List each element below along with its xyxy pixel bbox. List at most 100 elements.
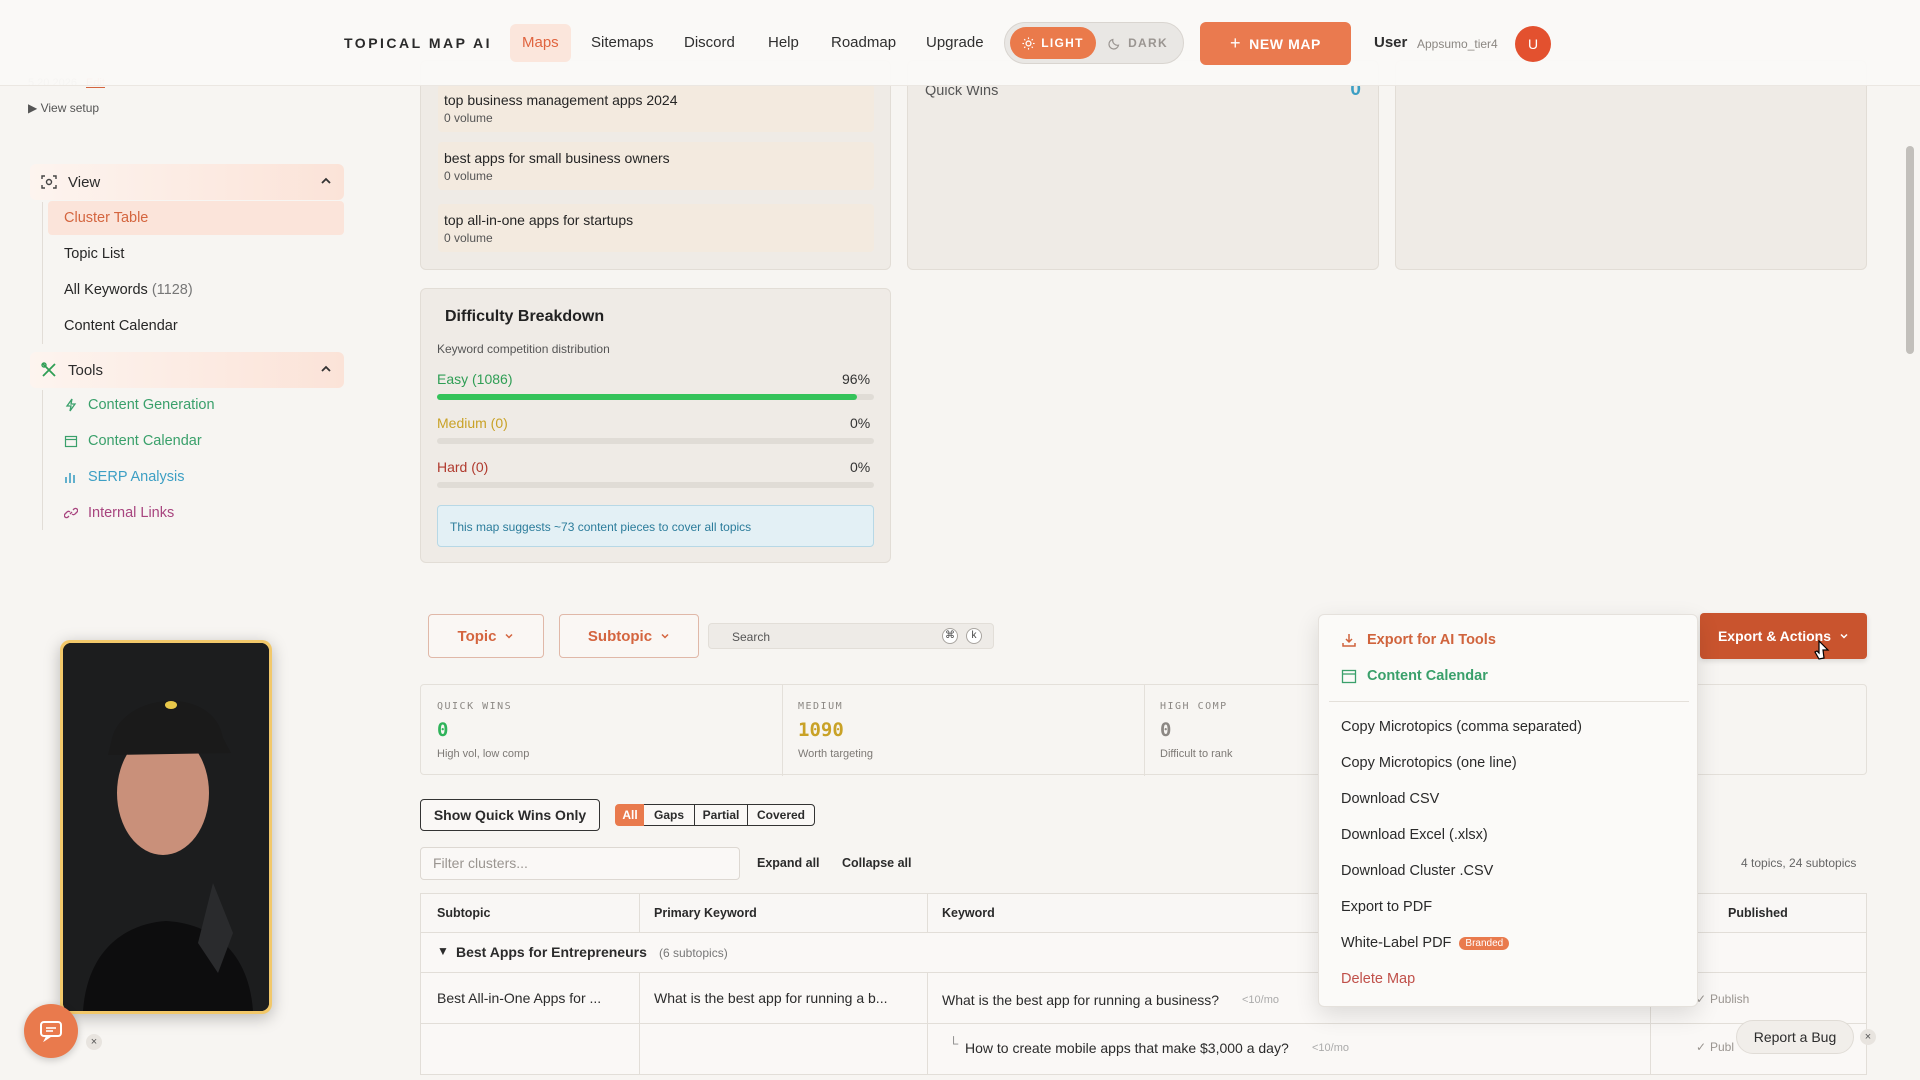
topic-filter-label: Topic xyxy=(457,627,497,645)
publish-check-icon: ✓ xyxy=(1696,1040,1707,1054)
menu-content-calendar[interactable]: Content Calendar xyxy=(1341,668,1488,684)
close-chat-icon[interactable]: × xyxy=(86,1034,102,1050)
close-report-icon[interactable]: × xyxy=(1860,1029,1876,1045)
column-divider xyxy=(927,894,928,932)
nav-sitemaps[interactable]: Sitemaps xyxy=(579,24,666,62)
collapse-triangle-icon[interactable]: ▼ xyxy=(437,944,449,958)
tool-content-calendar-label: Content Calendar xyxy=(88,433,202,449)
menu-copy-microtopics-line[interactable]: Copy Microtopics (one line) xyxy=(1341,755,1517,771)
topic-filter-dropdown[interactable]: Topic xyxy=(428,614,544,658)
column-divider xyxy=(1650,1024,1651,1074)
row-keyword: What is the best app for running a busin… xyxy=(942,992,1220,1008)
subtopic-filter-dropdown[interactable]: Subtopic xyxy=(559,614,699,658)
branded-badge: Branded xyxy=(1459,936,1510,950)
serp-analysis-label: SERP Analysis xyxy=(88,469,185,485)
menu-download-cluster-csv[interactable]: Download Cluster .CSV xyxy=(1341,863,1493,879)
new-map-button[interactable]: + NEW MAP xyxy=(1200,22,1351,65)
view-setup-toggle[interactable]: ▶ View setup xyxy=(28,101,99,115)
view-section-header[interactable]: View xyxy=(30,164,344,200)
table-row[interactable]: └ How to create mobile apps that make $3… xyxy=(420,1024,1867,1075)
nav-roadmap[interactable]: Roadmap xyxy=(819,24,908,62)
white-label-label: White-Label PDF xyxy=(1341,935,1452,951)
keyword-card[interactable]: top business management apps 2024 0 volu… xyxy=(438,84,874,132)
keyword-card-title: best apps for small business owners xyxy=(444,150,670,166)
webcam-overlay xyxy=(60,640,272,1014)
content-suggestion-box: This map suggests ~73 content pieces to … xyxy=(437,505,874,547)
page-scrollbar[interactable] xyxy=(1906,146,1914,354)
export-actions-button[interactable]: Export & Actions xyxy=(1700,613,1867,659)
plus-icon: + xyxy=(1230,33,1242,53)
export-actions-menu: Export for AI Tools Content Calendar Cop… xyxy=(1318,614,1698,1007)
sidebar-item-content-calendar[interactable]: Content Calendar xyxy=(64,318,178,334)
row-publish-button[interactable]: Publish xyxy=(1710,992,1749,1006)
tools-icon xyxy=(41,362,56,377)
chat-launcher-button[interactable] xyxy=(24,1004,78,1058)
app-logo[interactable]: TOPICAL MAP AI xyxy=(344,35,492,51)
segment-all[interactable]: All xyxy=(615,804,645,826)
collapse-all-button[interactable]: Collapse all xyxy=(842,856,911,870)
menu-copy-microtopics-comma[interactable]: Copy Microtopics (comma separated) xyxy=(1341,719,1582,735)
search-input[interactable]: Search ⌘ k xyxy=(708,623,994,649)
medium-bar-track xyxy=(437,438,874,444)
theme-toggle[interactable]: LIGHT DARK xyxy=(1004,22,1184,64)
sidebar-item-internal-links[interactable]: Internal Links xyxy=(64,505,174,521)
filter-clusters-input[interactable]: Filter clusters... xyxy=(420,847,740,880)
keyword-card[interactable]: best apps for small business owners 0 vo… xyxy=(438,142,874,190)
show-quick-wins-button[interactable]: Show Quick Wins Only xyxy=(420,799,600,831)
sub-branch-icon: └ xyxy=(949,1036,959,1051)
segment-covered[interactable]: Covered xyxy=(747,804,815,826)
menu-export-pdf[interactable]: Export to PDF xyxy=(1341,899,1432,915)
stat-high-comp-sub: Difficult to rank xyxy=(1160,748,1233,760)
medium-percent: 0% xyxy=(850,415,871,431)
segment-gaps[interactable]: Gaps xyxy=(644,804,695,826)
sidebar-item-serp-analysis[interactable]: SERP Analysis xyxy=(64,469,184,485)
report-bug-button[interactable]: Report a Bug xyxy=(1736,1020,1854,1054)
view-tree-line xyxy=(42,202,43,344)
segment-partial[interactable]: Partial xyxy=(694,804,748,826)
nav-upgrade[interactable]: Upgrade xyxy=(914,24,996,62)
all-keywords-label: All Keywords xyxy=(64,282,148,298)
menu-download-csv[interactable]: Download CSV xyxy=(1341,791,1439,807)
col-keyword[interactable]: Keyword xyxy=(942,906,995,920)
mouse-cursor-icon xyxy=(1814,640,1830,660)
content-generation-label: Content Generation xyxy=(88,397,215,413)
nav-discord[interactable]: Discord xyxy=(672,24,747,62)
tools-section-header[interactable]: Tools xyxy=(30,352,344,388)
stat-quick-wins-value: 0 xyxy=(437,719,449,741)
sidebar-item-topic-list[interactable]: Topic List xyxy=(64,246,124,262)
expand-all-button[interactable]: Expand all xyxy=(757,856,820,870)
user-label: User xyxy=(1374,34,1408,51)
menu-divider xyxy=(1329,701,1689,702)
chevron-up-icon xyxy=(321,177,331,184)
col-subtopic[interactable]: Subtopic xyxy=(437,906,490,920)
group-title: Best Apps for Entrepreneurs xyxy=(456,944,647,960)
chevron-down-icon xyxy=(661,633,669,639)
row-volume: <10/mo xyxy=(1242,994,1279,1006)
keyword-card-title: top all-in-one apps for startups xyxy=(444,212,634,228)
menu-delete-map[interactable]: Delete Map xyxy=(1341,971,1415,987)
theme-dark-label: DARK xyxy=(1128,36,1168,50)
menu-white-label-pdf[interactable]: White-Label PDF Branded xyxy=(1341,935,1510,951)
sidebar-item-tool-content-calendar[interactable]: Content Calendar xyxy=(64,433,202,449)
row-publish-button[interactable]: Publ xyxy=(1710,1040,1734,1054)
sidebar-item-all-keywords[interactable]: All Keywords (1128) xyxy=(64,282,193,298)
sidebar-item-cluster-table[interactable]: Cluster Table xyxy=(64,210,148,226)
theme-dark-option[interactable]: DARK xyxy=(1095,27,1181,59)
menu-download-excel[interactable]: Download Excel (.xlsx) xyxy=(1341,827,1488,843)
bolt-icon xyxy=(65,398,77,412)
user-tier: Appsumo_tier4 xyxy=(1417,37,1498,51)
user-avatar[interactable]: U xyxy=(1515,26,1551,62)
keyword-card[interactable]: top all-in-one apps for startups 0 volum… xyxy=(438,204,874,252)
stat-quick-wins-label: QUICK WINS xyxy=(437,701,513,712)
nav-maps[interactable]: Maps xyxy=(510,24,571,62)
stat-medium-value: 1090 xyxy=(798,719,844,741)
col-published[interactable]: Published xyxy=(1728,906,1788,920)
stats-divider xyxy=(1144,685,1145,776)
nav-help[interactable]: Help xyxy=(756,24,811,62)
group-count: (6 subtopics) xyxy=(659,946,728,960)
sidebar-item-content-generation[interactable]: Content Generation xyxy=(64,397,215,413)
menu-export-ai-tools[interactable]: Export for AI Tools xyxy=(1341,632,1496,648)
chevron-down-icon xyxy=(1840,633,1848,639)
theme-light-option[interactable]: LIGHT xyxy=(1010,27,1096,59)
col-primary-keyword[interactable]: Primary Keyword xyxy=(654,906,757,920)
